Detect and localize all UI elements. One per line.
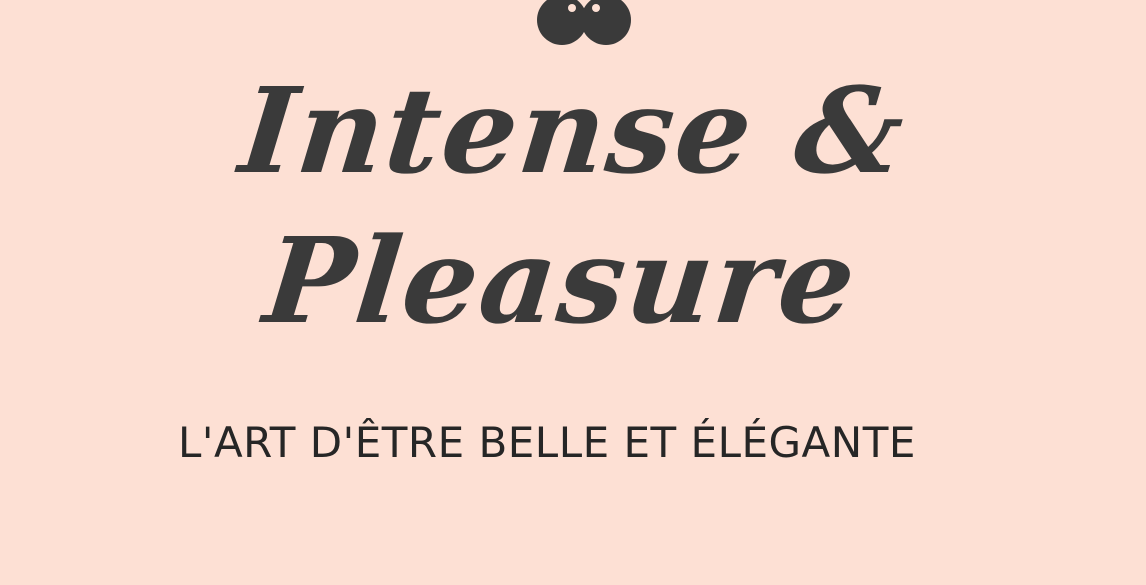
tagline: L'ART D'ÊTRE BELLE ET ÉLÉGANTE [178,418,916,467]
headline-line-2: Pleasure [258,211,864,350]
banner: Intense & Pleasure L'ART D'ÊTRE BELLE ET… [0,0,1146,585]
headline-line-1: Intense & [233,61,913,200]
double-circle-mark-icon [532,0,636,48]
